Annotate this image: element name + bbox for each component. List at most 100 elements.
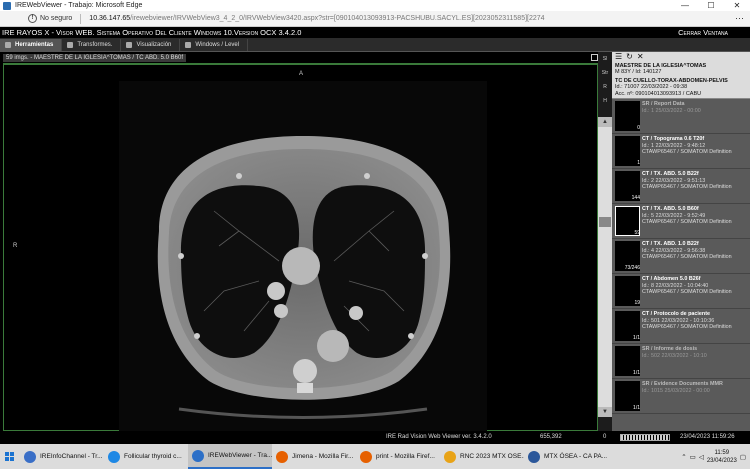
patient-toolbar: ☰ ↻ ✕ [615,53,747,63]
app-title: IRE RAYOS X - Visor WEB. Sistema Operati… [2,28,302,37]
series-item[interactable]: 1/1 SR / Evidence Documents MMR Id.: 1015 … [612,379,750,414]
status-bar: IRE Rad Vision Web Viewer ver. 3.4.2.0 6… [0,431,750,444]
orientation-top: A [299,71,304,77]
taskbar-item-label: IREInfoChannel - Tr... [40,453,103,460]
image-scrollbar[interactable]: ▲ ▼ [598,117,612,417]
taskbar-item[interactable]: Follicular thyroid c... [104,444,188,469]
coordinates-readout: 655,392 [540,434,562,440]
tab-label: Windows / Level [195,41,240,48]
tab-herramientas[interactable]: Herramientas [0,38,63,51]
maximize-viewport-icon[interactable] [591,54,598,61]
series-device: CTAWP65467 / SOMATOM Definition [642,149,732,156]
app-icon [528,450,540,463]
series-title: SR / Informe de dosis [642,346,698,352]
app-icon [444,450,456,463]
series-item[interactable]: 144 CT / TX. ABD. 5.0 B22f Id.: 2 22/03/20… [612,169,750,204]
app-icon [192,449,204,462]
datetime-readout: 23/04/2023 11:59:26 [680,434,735,440]
taskbar-item[interactable]: Jimena - Mozilla Fir... [272,444,356,469]
series-item[interactable]: 0 SR / Report Data Id.: 1 25/03/2022 - 00:… [612,99,750,134]
tab-label: Herramientas [15,41,54,48]
series-count: 144 [631,195,640,202]
series-list: 0 SR / Report Data Id.: 1 25/03/2022 - 00:… [612,99,750,414]
warning-icon[interactable]: ! [28,14,37,23]
accession-number: Acc. nº: 090104013093913 / CABU [615,90,702,97]
app-icon [108,450,120,463]
reset-tool-button[interactable]: R [600,82,611,93]
tab-visualizacion[interactable]: Visualización [121,38,181,51]
series-id: Id.: 5 22/03/2022 - 9:52:49 [642,212,706,219]
series-device: CTAWP65467 / SOMATOM Definition [642,184,732,191]
stretch-tool-button[interactable]: Str [600,68,611,79]
security-label[interactable]: No seguro [40,15,72,22]
tab-transformes[interactable]: Transformes. [62,38,122,51]
maximize-button[interactable]: ☐ [698,0,724,11]
close-icon[interactable]: ✕ [637,53,644,61]
patient-info: ☰ ↻ ✕ MAESTRE DE LA IGLESIA^TOMAS M 83Y … [612,52,750,99]
hide-tool-button[interactable]: H [600,96,611,107]
more-options-icon[interactable]: ⋯ [735,13,744,24]
app-header: IRE RAYOS X - Visor WEB. Sistema Operati… [0,27,750,38]
app-icon [360,450,372,463]
clock[interactable]: 11:59 23/04/2023 [707,449,737,465]
taskbar-item-label: Jimena - Mozilla Fir... [292,453,354,460]
taskbar-item[interactable]: RNC 2023 MTX OSE... [440,444,524,469]
close-button[interactable]: ✕ [724,0,750,11]
volume-icon[interactable]: ◁ [699,453,704,461]
series-info: CT / Abdomen 5.0 B26f Id.: 8 22/03/2022 -… [642,276,748,296]
series-count: 1/1 [633,370,640,377]
menu-icon[interactable]: ☰ [615,53,622,61]
url-path[interactable]: /irewebviewer/IRVWebView3_4_2_0/IRVWebVi… [130,15,544,22]
grid-icon [126,41,133,48]
series-item[interactable]: 1/1 CT / Protocolo de paciente Id.: 501 22… [612,309,750,344]
slice-tool-button[interactable]: Sl [600,54,611,65]
scroll-up-icon[interactable]: ▲ [598,117,612,127]
notification-chevron-icon[interactable]: ⌃ [681,453,686,461]
close-window-link[interactable]: Cerrar Ventana [678,28,728,37]
viewer-toolbar: Herramientas Transformes. Visualización … [0,38,750,52]
taskbar-item[interactable]: IREWebViewer - Tra... [188,444,272,469]
browser-titlebar: IREWebViewer - Trabajo: Microsoft Edge —… [0,0,750,11]
address-bar[interactable]: ! No seguro 10.36.147.65 /irewebviewer/I… [0,11,750,27]
zero-readout: 0 [603,434,607,440]
url-host[interactable]: 10.36.147.65 [89,15,130,22]
series-item[interactable]: 19 CT / Abdomen 5.0 B26f Id.: 8 22/03/2022… [612,274,750,309]
notifications-icon[interactable]: ▢ [740,453,746,461]
series-id: Id.: 2 22/03/2022 - 9:51:13 [642,177,706,184]
network-icon[interactable]: ▭ [690,453,696,461]
tab-window-level[interactable]: Windows / Level [180,38,249,51]
transform-icon [67,41,74,48]
clock-date: 23/04/2023 [706,457,737,464]
taskbar-item[interactable]: IREInfoChannel - Tr... [20,444,104,469]
series-item[interactable]: 59 CT / TX. ABD. 5.0 B60f Id.: 5 22/03/202… [612,204,750,239]
window-level-icon [185,41,192,48]
scroll-thumb[interactable] [599,217,611,227]
ct-scan-image[interactable] [119,81,487,432]
series-info: CT / TX. ABD. 5.0 B60f Id.: 5 22/03/2022 … [642,206,748,226]
series-count: 1/1 [633,335,640,342]
series-device: CTAWP65467 / SOMATOM Definition [642,324,732,331]
start-button[interactable] [0,444,20,469]
windows-icon [5,451,14,461]
taskbar-item[interactable]: print - Mozilla Firef... [356,444,440,469]
series-device: CTAWP65467 / SOMATOM Definition [642,289,732,296]
image-viewport[interactable]: 59 imgs. - MAESTRE DE LA IGLESIA^TOMAS /… [0,52,612,432]
minimize-button[interactable]: — [672,0,698,11]
taskbar-item-label: MTX ÓSEA - CA PA... [544,453,608,460]
series-title: CT / TX. ABD. 1.0 B22f [642,241,699,247]
orientation-left: R [13,243,18,249]
taskbar-item[interactable]: MTX ÓSEA - CA PA... [524,444,608,469]
divider [80,13,82,24]
series-device: CTAWP65467 / SOMATOM Definition [642,254,732,261]
app-icon [276,450,288,463]
series-id: Id.: 1015 25/03/2022 - 00:00 [642,387,710,394]
scroll-down-icon[interactable]: ▼ [598,407,612,417]
series-item[interactable]: 73/246 CT / TX. ABD. 1.0 B22f Id.: 4 22/03… [612,239,750,274]
series-title: CT / Protocolo de paciente [642,311,710,317]
viewport-frame[interactable]: A R [3,64,598,432]
series-count: 1 [637,160,640,167]
series-item[interactable]: 1/1 SR / Informe de dosis Id.: 502 22/03/2… [612,344,750,379]
series-item[interactable]: 1 CT / Topograma 0.6 T20f Id.: 1 22/03/202… [612,134,750,169]
refresh-icon[interactable]: ↻ [626,53,633,61]
series-panel: ☰ ↻ ✕ MAESTRE DE LA IGLESIA^TOMAS M 83Y … [612,52,750,431]
